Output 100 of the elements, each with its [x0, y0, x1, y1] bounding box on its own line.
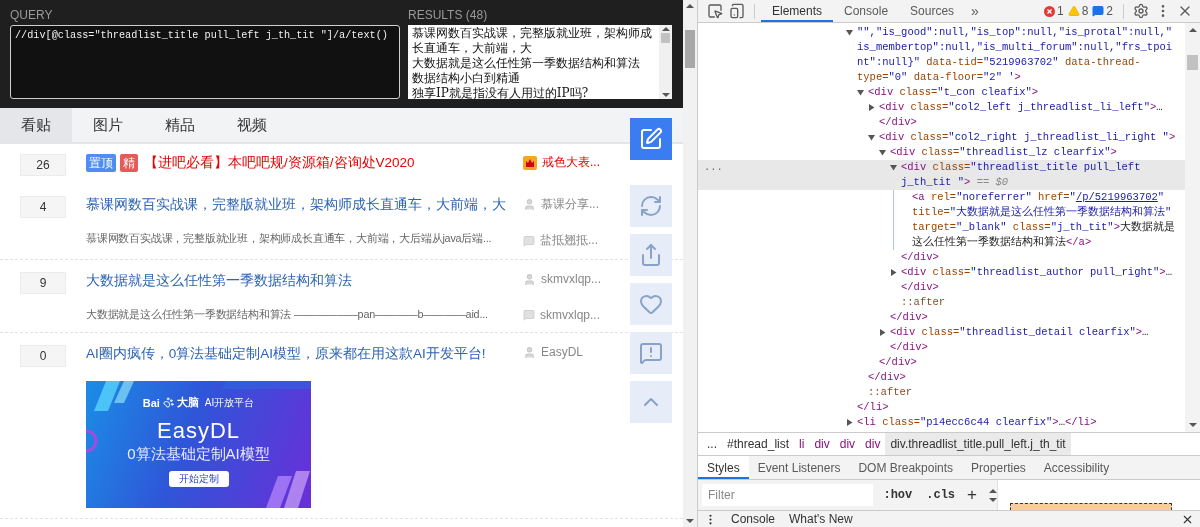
- error-count: 1: [1056, 4, 1064, 18]
- banner-subtitle: 0算法基础定制AI模型: [127, 445, 270, 464]
- drawer-tab[interactable]: What's New: [789, 512, 853, 526]
- row-ellipsis[interactable]: ...: [704, 160, 723, 175]
- breadcrumb-item[interactable]: div: [834, 433, 861, 455]
- forum-tab[interactable]: 精品: [144, 108, 216, 142]
- reply-count: 0: [20, 345, 66, 367]
- message-icon[interactable]: [1092, 5, 1105, 17]
- author-name[interactable]: skmvxlqp...: [541, 272, 601, 286]
- breadcrumb-item[interactable]: #thread_list: [722, 433, 795, 455]
- dom-node-text[interactable]: <div class="t_con cleafix">: [868, 85, 1185, 100]
- brand-name: Bai: [142, 396, 160, 409]
- selected-row[interactable]: ... <div class="threadlist_title pull_left j_th_tit "> == $0: [698, 160, 1185, 190]
- thread-title-link[interactable]: 慕课网数百实战课，完整版就业班，架构师成长直通车，大前端，大: [86, 196, 506, 214]
- dom-node-text[interactable]: <div class="col2_right j_threadlist_li_right ">: [879, 130, 1185, 145]
- error-icon[interactable]: [1043, 5, 1055, 17]
- warning-count: 8: [1081, 4, 1089, 18]
- dom-node-text[interactable]: </div>: [879, 355, 1185, 370]
- breadcrumb-item[interactable]: li: [794, 433, 810, 455]
- settings-icon[interactable]: [1133, 3, 1149, 19]
- devtools-tab[interactable]: Sources: [899, 0, 966, 22]
- start-button[interactable]: 开始定制: [168, 471, 229, 487]
- dom-node-text[interactable]: ::after: [868, 385, 1185, 400]
- person-icon: [523, 345, 536, 359]
- thread-title-link[interactable]: 【进吧必看】本吧吧规/资源箱/咨询处V2020: [144, 154, 415, 172]
- panel-tab[interactable]: Properties: [962, 456, 1035, 479]
- drawer-tab[interactable]: Console: [731, 512, 776, 526]
- triangle-down-icon[interactable]: [868, 134, 875, 141]
- class-toggle-button[interactable]: .cls: [922, 488, 960, 502]
- scrollbar[interactable]: [683, 0, 697, 527]
- query-label: QUERY: [10, 8, 54, 22]
- dom-node-text[interactable]: <div class="threadlist_lz clearfix">: [890, 145, 1185, 160]
- pen-square-icon: [639, 127, 663, 151]
- dom-node-text[interactable]: <a rel="noreferrer" href="/p/5219963702" title="大数据就是这么任性第一季数据结构和算法" target="_blank" class="j_th_tit">大数据就是这么任性第一季数据结构和算法</a>: [912, 190, 1185, 250]
- dom-node-text[interactable]: <div class="threadlist_detail clearfix">… </div>: [890, 325, 1185, 355]
- breadcrumb-item[interactable]: div: [809, 433, 835, 455]
- thread-excerpt: 大数据就是这么任性第一季数据结构和算法 ——————pan————b————aid...: [86, 308, 488, 322]
- warning-bubble-icon: [639, 341, 663, 365]
- platform-label: AI开放平台: [204, 395, 255, 410]
- breadcrumb-item[interactable]: ...: [702, 433, 722, 455]
- panel-tab[interactable]: Accessibility: [1034, 456, 1119, 479]
- refresh-icon: [639, 194, 663, 218]
- triangle-right-icon[interactable]: [890, 269, 897, 276]
- dom-node-text[interactable]: </div>: [901, 250, 1185, 265]
- post-button[interactable]: [630, 118, 672, 160]
- dom-node-text[interactable]: <li class="p14ecc6c44 clearfix">…</li>: [857, 415, 1185, 430]
- reply-count: 26: [20, 154, 66, 176]
- dom-node-text[interactable]: ::after: [901, 295, 1185, 310]
- message-count: 2: [1106, 4, 1113, 18]
- thread-title-link[interactable]: AI圈内疯传，0算法基础定制AI模型，原来都在用这款AI开发平台!: [86, 345, 486, 363]
- paw-icon: [162, 397, 174, 408]
- devtools-tab[interactable]: Console: [833, 0, 900, 22]
- panel-tab[interactable]: DOM Breakpoints: [849, 456, 963, 479]
- triangle-right-icon[interactable]: [868, 104, 875, 111]
- share-icon: [639, 243, 663, 267]
- dom-node-text[interactable]: <div class="threadlist_title pull_left j_th_tit "> == $0: [901, 160, 1185, 190]
- devtools-tab[interactable]: Elements: [761, 0, 834, 22]
- forum-tab[interactable]: 图片: [72, 108, 144, 142]
- dom-node-text[interactable]: </div>: [890, 310, 1185, 325]
- results-label: RESULTS (48): [408, 8, 489, 22]
- reply-count: 4: [20, 196, 66, 218]
- scrollbar[interactable]: [659, 25, 672, 99]
- triangle-down-icon[interactable]: [857, 89, 864, 96]
- last-replier-name[interactable]: skmvxlqp...: [540, 308, 600, 322]
- dom-node-text[interactable]: <div class="col2_left j_threadlist_li_left">… </div>: [879, 100, 1185, 130]
- hover-state-button[interactable]: :hov: [879, 488, 917, 502]
- scrollbar[interactable]: [1185, 23, 1200, 432]
- triangle-down-icon[interactable]: [879, 149, 886, 156]
- forum-tab[interactable]: 视频: [216, 108, 288, 142]
- author-name[interactable]: 慕课分享...: [541, 196, 599, 213]
- thread-excerpt: 慕课网数百实战课，完整版就业班，架构师成长直通车，大前端，大后端从java后端...: [86, 232, 492, 246]
- breadcrumb-item[interactable]: div.threadlist_title.pull_left.j_th_tit: [885, 433, 1071, 455]
- more-tabs-button[interactable]: »: [965, 3, 985, 19]
- triangle-right-icon[interactable]: [879, 329, 886, 336]
- dom-node-text[interactable]: </div>: [868, 370, 1185, 385]
- query-field[interactable]: //div[@class="threadlist_title pull_left j_th_tit "]/a/text(): [10, 25, 400, 99]
- dom-node-text[interactable]: </li>: [857, 400, 1185, 415]
- triangle-down-icon[interactable]: [890, 164, 897, 171]
- member-badge-icon: [523, 155, 537, 170]
- panel-tab[interactable]: Event Listeners: [748, 456, 850, 479]
- last-replier-name[interactable]: 盐抵翘抵...: [540, 232, 598, 249]
- ad-banner[interactable]: Bai 大脑 AI开放平台 EasyDL 0算法基础定制AI模型 开始定制: [86, 381, 311, 508]
- brand-suffix: 大脑: [176, 395, 199, 410]
- person-icon: [523, 272, 536, 286]
- breadcrumb-item[interactable]: div: [860, 433, 886, 455]
- triangle-down-icon[interactable]: [846, 29, 853, 36]
- filter-field[interactable]: Filter: [702, 484, 874, 506]
- panel-tab[interactable]: Styles: [698, 456, 749, 479]
- dom-node-text[interactable]: <div class="threadlist_author pull_right">… </div>: [901, 265, 1185, 295]
- author-name[interactable]: 戒色大表...: [542, 154, 600, 171]
- inspect-icon[interactable]: [707, 3, 723, 19]
- triangle-right-icon[interactable]: [846, 419, 853, 426]
- author-name[interactable]: EasyDL: [541, 345, 584, 359]
- thread-title-link[interactable]: 大数据就是这么任性第一季数据结构和算法: [86, 272, 352, 290]
- forum-tab[interactable]: 看贴: [0, 108, 72, 142]
- device-toolbar-icon[interactable]: [729, 3, 745, 19]
- heart-icon: [639, 292, 663, 316]
- person-icon: [523, 198, 536, 211]
- dom-node-text[interactable]: "","is_good":null,"is_top":null,"is_protal":null,"is_membertop":null,"is_multi_forum":null,"frs_tpoint":null}" data-tid="5219963702" data-thread-type="0" data-floor="2" '>: [857, 25, 1185, 85]
- add-rule-button[interactable]: +: [965, 485, 979, 505]
